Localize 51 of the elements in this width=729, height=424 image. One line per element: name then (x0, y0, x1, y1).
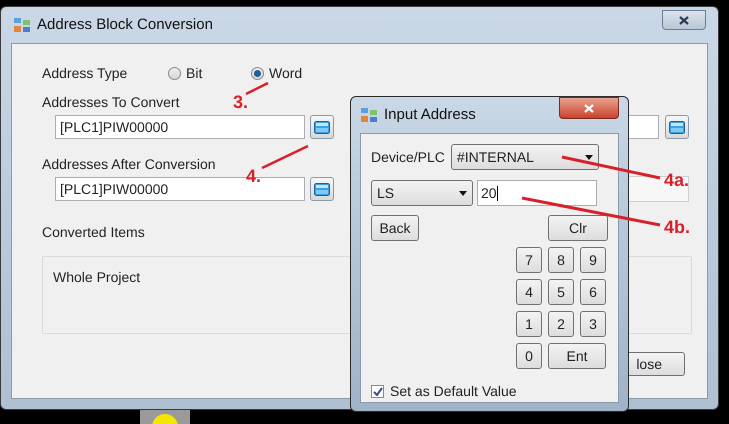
cursor-drawing (140, 410, 190, 424)
close-icon (679, 16, 689, 24)
field-label: Addresses To Convert (42, 93, 180, 110)
radio-label: Bit (186, 64, 202, 82)
address-field[interactable]: [PLC1]PIW00000 (55, 115, 305, 139)
address-picker-button[interactable] (665, 115, 689, 139)
close-button[interactable] (559, 97, 619, 119)
address-picker-button[interactable] (310, 115, 334, 139)
keypad-icon (669, 120, 685, 134)
checkbox[interactable] (371, 385, 384, 398)
annotation-label: 4a. (664, 171, 690, 189)
field-label: Addresses After Conversion (42, 155, 216, 172)
keypad-key[interactable]: 6 (580, 279, 606, 305)
dialog-title: Input Address (384, 104, 476, 125)
annotation-label: 4b. (664, 218, 690, 236)
area-dropdown[interactable]: LS (371, 180, 473, 206)
app-icon (360, 107, 378, 123)
caret-icon (459, 190, 467, 196)
keypad-key[interactable]: 8 (548, 247, 574, 273)
caret-icon (584, 154, 593, 160)
converted-items-value: Whole Project (53, 269, 140, 285)
window-title: Address Block Conversion (37, 14, 213, 35)
checkbox-label: Set as Default Value (390, 382, 517, 401)
leader-line (261, 144, 309, 170)
annotation-label: 3. (233, 93, 248, 111)
radio-button[interactable] (168, 66, 181, 80)
keypad-key[interactable]: 9 (580, 247, 606, 273)
keypad-key[interactable]: 0 (516, 343, 542, 369)
enter-button[interactable]: Ent (548, 343, 606, 369)
keypad-key[interactable]: 2 (548, 311, 574, 337)
keypad-key[interactable]: 4 (516, 279, 542, 305)
keypad-key[interactable]: 1 (516, 311, 542, 337)
radio-label: Word (269, 64, 302, 82)
app-icon (13, 17, 31, 33)
converted-items-label: Converted Items (42, 223, 145, 240)
keypad-key[interactable]: 3 (580, 311, 606, 337)
radio-button[interactable] (251, 66, 264, 80)
keypad-key[interactable]: 5 (548, 279, 574, 305)
address-picker-button[interactable] (310, 177, 334, 201)
keypad-icon (314, 182, 330, 196)
close-icon (584, 104, 594, 112)
keypad-key[interactable]: 7 (516, 247, 542, 273)
keypad-icon (314, 120, 330, 134)
close-button[interactable] (662, 10, 706, 30)
device-label: Device/PLC (371, 148, 445, 166)
leader-line (245, 82, 269, 96)
address-type-label: Address Type (42, 64, 128, 83)
clear-button[interactable]: Clr (548, 215, 608, 241)
back-button[interactable]: Back (371, 215, 419, 241)
device-dropdown[interactable]: #INTERNAL (450, 144, 599, 170)
address-input[interactable]: 20 (477, 180, 597, 206)
